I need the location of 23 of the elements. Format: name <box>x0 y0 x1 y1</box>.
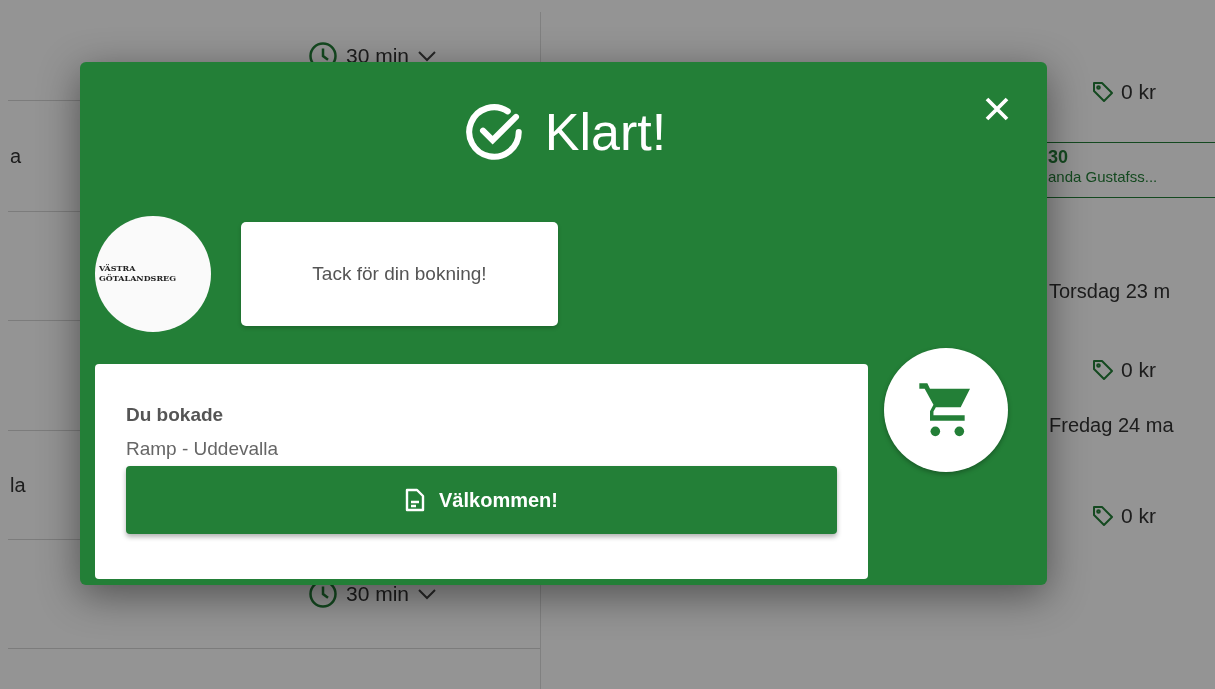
welcome-button[interactable]: Välkommen! <box>126 466 837 534</box>
chevron-down-icon <box>417 588 438 600</box>
price-text: 0 kr <box>1121 80 1156 104</box>
booking-item: Ramp - Uddevalla <box>126 438 280 460</box>
message-text: Tack för din bokning! <box>312 263 487 285</box>
slot-time: 30 <box>1048 147 1070 168</box>
day-heading: Torsdag 23 m <box>1049 280 1172 303</box>
tag-icon <box>1091 358 1115 382</box>
tag-icon <box>1091 80 1115 104</box>
price-text: 0 kr <box>1121 358 1156 382</box>
price-text: 0 kr <box>1121 504 1156 528</box>
chevron-down-icon <box>417 50 438 62</box>
dialog-title: Klart! <box>544 102 667 162</box>
logo-text: GÖTALANDSREG <box>99 274 177 284</box>
document-icon <box>405 488 426 512</box>
row-title: la <box>10 473 26 497</box>
slot-person: anda Gustafss... <box>1048 168 1159 185</box>
duration-text: 30 min <box>346 582 410 606</box>
logo-text: VÄSTRA <box>99 264 137 274</box>
booking-label: Du bokade <box>126 404 225 426</box>
tag-icon <box>1091 504 1115 528</box>
day-heading: Fredag 24 ma <box>1049 414 1175 437</box>
row-title: a <box>10 144 22 168</box>
